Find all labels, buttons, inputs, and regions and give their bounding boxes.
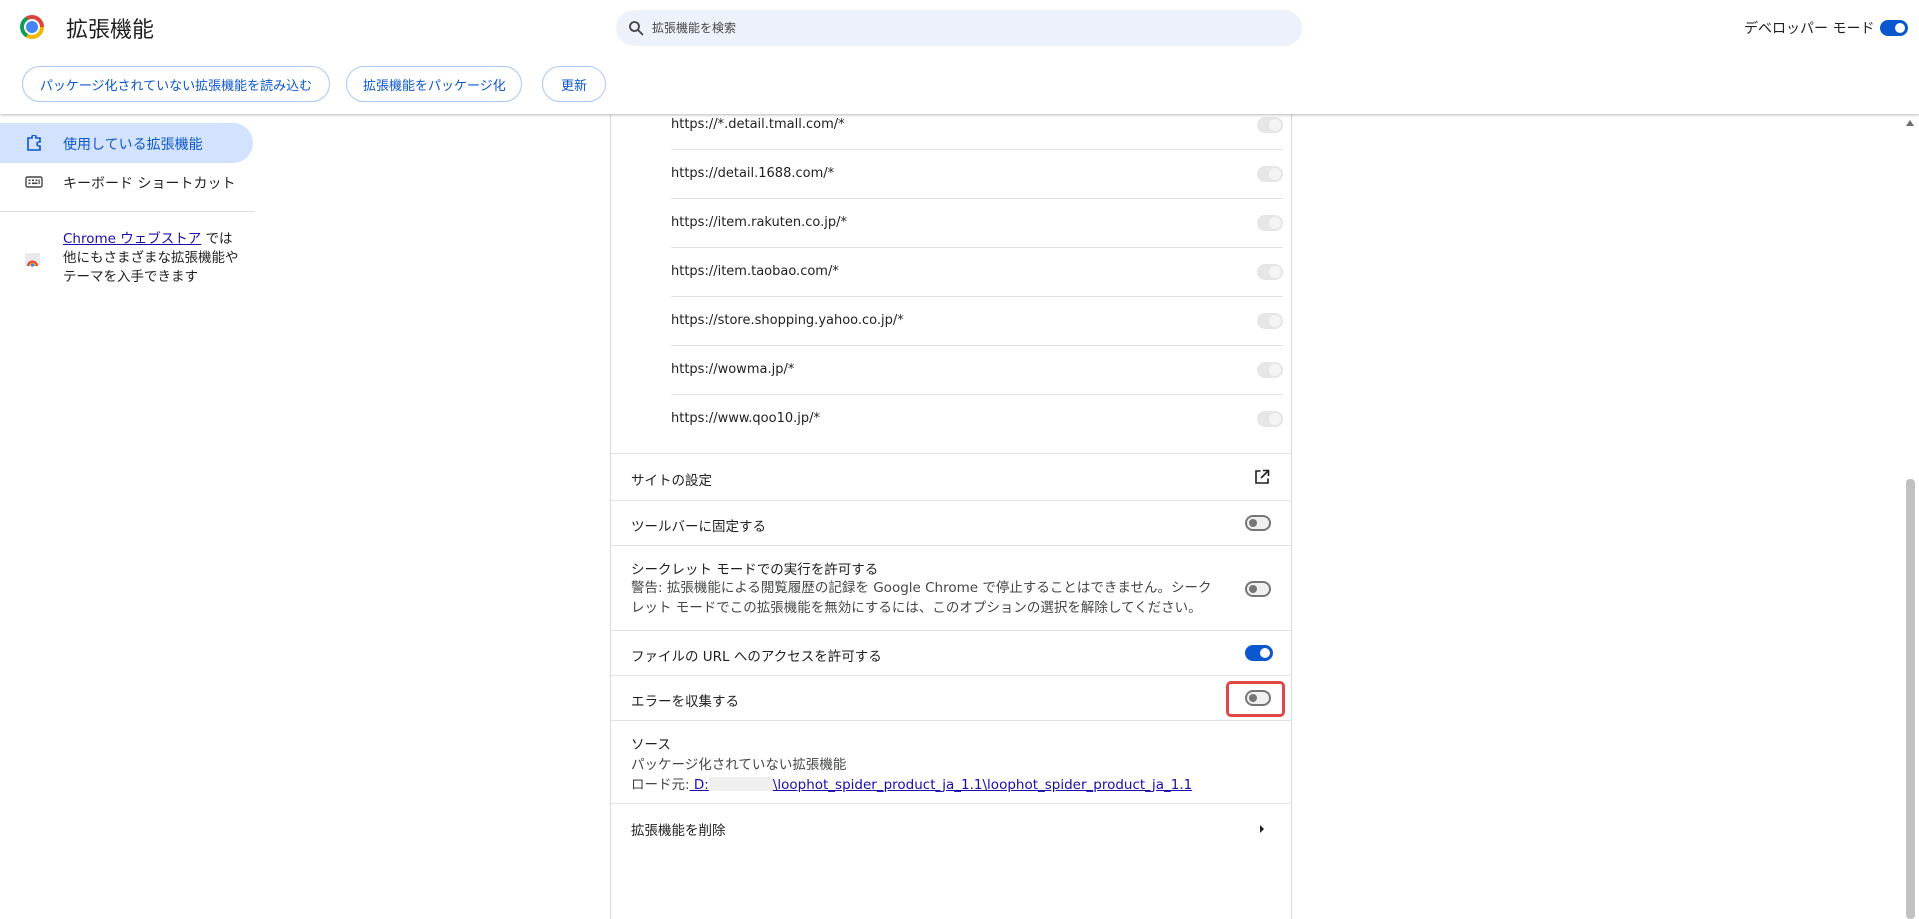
incognito-label: シークレット モードでの実行を許可する: [631, 562, 879, 578]
source-type: パッケージ化されていない拡張機能: [631, 757, 847, 773]
source-section: ソース パッケージ化されていない拡張機能 ロード元: D: \loophot_sp…: [611, 720, 1291, 803]
chevron-right-icon: [1260, 825, 1264, 833]
site-settings-row[interactable]: サイトの設定: [611, 453, 1291, 500]
site-access-toggle: [1257, 411, 1283, 427]
pin-toolbar-label: ツールバーに固定する: [631, 519, 766, 535]
source-path-link[interactable]: D: \loophot_spider_product_ja_1.1\loophot…: [689, 777, 1193, 793]
source-path: ロード元: D: \loophot_spider_product_ja_1.1\l…: [631, 773, 1192, 793]
source-path-text: \loophot_spider_product_ja_1.1\loophot_s…: [772, 777, 1193, 793]
incognito-row: シークレット モードでの実行を許可する 警告: 拡張機能による閲覧履歴の記録を …: [611, 545, 1291, 630]
site-access-toggle: [1257, 166, 1283, 182]
site-access-toggle: [1257, 362, 1283, 378]
site-access-url: https://item.taobao.com/*: [671, 264, 839, 279]
pin-toolbar-toggle[interactable]: [1245, 515, 1271, 531]
site-access-row: https://detail.1688.com/*: [671, 150, 1283, 199]
site-access-url: https://item.rakuten.co.jp/*: [671, 215, 847, 230]
source-drive: D:: [689, 777, 709, 793]
sidebar-divider: [0, 211, 254, 212]
site-access-row: https://wowma.jp/*: [671, 346, 1283, 395]
scroll-up-arrow-icon[interactable]: [1906, 120, 1914, 126]
site-access-row: https://item.rakuten.co.jp/*: [671, 199, 1283, 248]
chrome-web-store-icon: [25, 253, 40, 267]
redacted-area: [708, 777, 773, 791]
load-from-label: ロード元:: [631, 777, 690, 793]
app-header: 拡張機能 デベロッパー モード パッケージ化されていない拡張機能を読み込む 拡張…: [0, 0, 1919, 114]
site-access-toggle: [1257, 264, 1283, 280]
scrollbar-thumb[interactable]: [1906, 479, 1915, 919]
site-access-url: https://store.shopping.yahoo.co.jp/*: [671, 313, 904, 328]
developer-mode-label: デベロッパー モード: [1744, 21, 1875, 37]
search-input[interactable]: [652, 21, 1272, 35]
site-access-url: https://detail.1688.com/*: [671, 166, 835, 181]
open-in-new-icon[interactable]: [1254, 469, 1270, 485]
sidebar-item-label: キーボード ショートカット: [63, 176, 236, 192]
site-access-row: https://item.taobao.com/*: [671, 248, 1283, 297]
puzzle-icon: [27, 135, 41, 151]
sidebar-item-extensions[interactable]: 使用している拡張機能: [0, 123, 253, 163]
collect-errors-row: エラーを収集する: [611, 675, 1291, 720]
site-access-toggle: [1257, 117, 1283, 133]
site-access-url: https://*.detail.tmall.com/*: [671, 117, 845, 132]
incognito-warning: 警告: 拡張機能による閲覧履歴の記録を Google Chrome で停止するこ…: [631, 580, 1212, 616]
file-url-access-label: ファイルの URL へのアクセスを許可する: [631, 649, 882, 665]
chrome-logo-icon: [20, 15, 44, 39]
site-access-row: https://www.qoo10.jp/*: [671, 395, 1283, 444]
sidebar-item-keyboard-shortcuts[interactable]: キーボード ショートカット: [0, 162, 253, 202]
chrome-web-store-link[interactable]: Chrome ウェブストア: [63, 231, 201, 247]
source-title: ソース: [631, 737, 671, 753]
site-access-url: https://wowma.jp/*: [671, 362, 795, 377]
load-unpacked-button[interactable]: パッケージ化されていない拡張機能を読み込む: [22, 66, 330, 102]
collect-errors-label: エラーを収集する: [631, 694, 739, 710]
web-store-promo: Chrome ウェブストア では他にもさまざまな拡張機能やテーマを入手できます: [63, 230, 243, 287]
search-box[interactable]: [616, 10, 1302, 46]
remove-extension-row[interactable]: 拡張機能を削除: [611, 803, 1291, 851]
update-button[interactable]: 更新: [542, 66, 606, 102]
scrollbar[interactable]: [1902, 114, 1919, 919]
extension-details-card: https://*.detail.tmall.com/* https://det…: [610, 114, 1292, 919]
collect-errors-toggle[interactable]: [1245, 690, 1271, 706]
site-access-url: https://www.qoo10.jp/*: [671, 411, 821, 426]
site-access-row: https://store.shopping.yahoo.co.jp/*: [671, 297, 1283, 346]
sidebar: 使用している拡張機能 キーボード ショートカット Chrome ウェブストア で…: [0, 114, 255, 919]
developer-mode-toggle[interactable]: [1880, 20, 1908, 36]
page-title: 拡張機能: [66, 18, 155, 43]
search-icon: [629, 21, 644, 36]
pin-toolbar-row: ツールバーに固定する: [611, 500, 1291, 545]
site-settings-label: サイトの設定: [631, 473, 712, 489]
incognito-toggle[interactable]: [1245, 581, 1271, 597]
file-url-access-row: ファイルの URL へのアクセスを許可する: [611, 630, 1291, 675]
file-url-access-toggle[interactable]: [1245, 645, 1273, 661]
sidebar-item-label: 使用している拡張機能: [63, 137, 203, 153]
site-access-toggle: [1257, 215, 1283, 231]
site-access-toggle: [1257, 313, 1283, 329]
remove-extension-label: 拡張機能を削除: [631, 823, 726, 839]
pack-extension-button[interactable]: 拡張機能をパッケージ化: [346, 66, 522, 102]
keyboard-icon: [25, 176, 43, 188]
